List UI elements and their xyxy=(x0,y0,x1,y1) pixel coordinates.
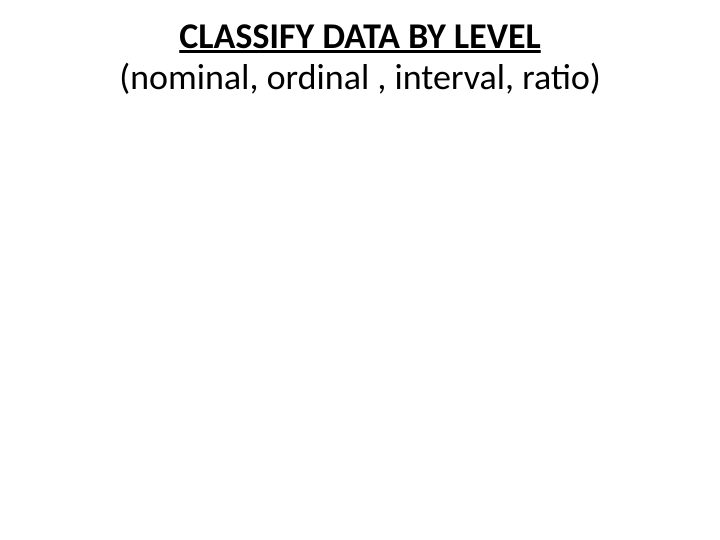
slide-container: CLASSIFY DATA BY LEVEL (nominal, ordinal… xyxy=(0,0,720,540)
slide-subtitle: (nominal, ordinal , interval, ratio) xyxy=(0,57,720,98)
title-block: CLASSIFY DATA BY LEVEL (nominal, ordinal… xyxy=(0,16,720,99)
slide-title: CLASSIFY DATA BY LEVEL xyxy=(0,16,720,57)
